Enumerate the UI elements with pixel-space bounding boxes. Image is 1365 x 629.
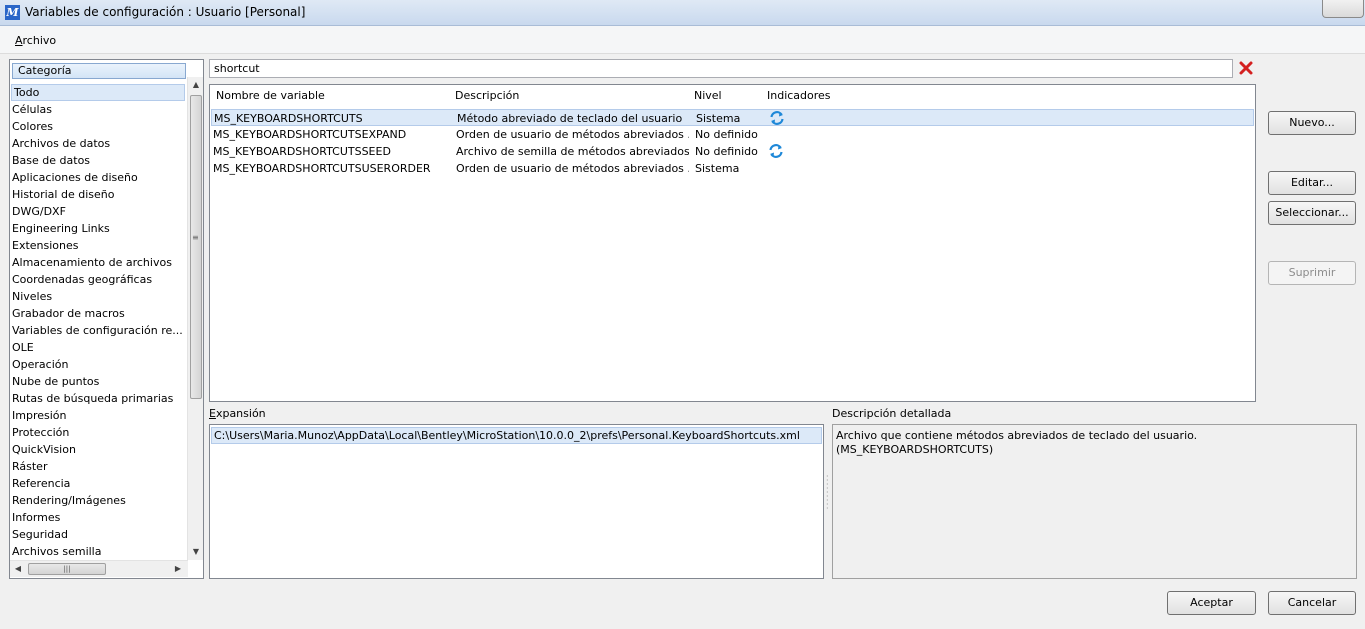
new-button-label: Nuevo... — [1289, 116, 1335, 129]
select-button-label: Seleccionar... — [1275, 206, 1349, 219]
table-row[interactable]: MS_KEYBOARDSHORTCUTSEXPAND Orden de usuar… — [211, 126, 1254, 143]
scroll-down-arrow-icon[interactable]: ▼ — [188, 544, 204, 560]
accept-button[interactable]: Aceptar — [1167, 591, 1256, 615]
expansion-label-text: xpansión — [215, 407, 266, 420]
column-header-flags[interactable]: Indicadores — [767, 89, 831, 102]
category-item[interactable]: Base de datos — [10, 152, 188, 169]
delete-button-label: Suprimir — [1288, 266, 1336, 279]
window-title: Variables de configuración : Usuario [Pe… — [25, 5, 306, 19]
detailed-description-line1: Archivo que contiene métodos abreviados … — [836, 429, 1198, 442]
refresh-icon — [769, 110, 787, 126]
category-horizontal-scrollbar[interactable]: ◀ ||| ▶ — [10, 560, 188, 577]
expansion-box[interactable]: C:\Users\Maria.Munoz\AppData\Local\Bentl… — [209, 424, 824, 579]
category-item[interactable]: Referencia — [10, 475, 188, 492]
category-item[interactable]: Coordenadas geográficas — [10, 271, 188, 288]
variable-name-cell: MS_KEYBOARDSHORTCUTS — [214, 112, 363, 125]
category-item[interactable]: Archivos semilla — [10, 543, 188, 560]
clear-search-icon[interactable] — [1238, 60, 1254, 76]
category-item[interactable]: Todo — [11, 84, 185, 101]
scroll-right-arrow-icon[interactable]: ▶ — [170, 561, 186, 577]
variable-name-cell: MS_KEYBOARDSHORTCUTSSEED — [213, 145, 391, 158]
table-row[interactable]: MS_KEYBOARDSHORTCUTSUSERORDER Orden de us… — [211, 160, 1254, 177]
variable-level-cell: No definido — [695, 145, 758, 158]
category-item[interactable]: Almacenamiento de archivos — [10, 254, 188, 271]
variable-search-input[interactable]: shortcut — [209, 59, 1233, 78]
variable-description-cell: Método abreviado de teclado del usuario — [457, 112, 683, 125]
title-bar: M Variables de configuración : Usuario [… — [0, 0, 1365, 26]
category-item[interactable]: Protección — [10, 424, 188, 441]
detailed-description-line2: (MS_KEYBOARDSHORTCUTS) — [836, 443, 994, 456]
category-item[interactable]: Células — [10, 101, 188, 118]
select-button[interactable]: Seleccionar... — [1268, 201, 1356, 225]
column-header-description[interactable]: Descripción — [455, 89, 519, 102]
variable-level-cell: Sistema — [695, 162, 740, 175]
category-item[interactable]: Nube de puntos — [10, 373, 188, 390]
category-item[interactable]: QuickVision — [10, 441, 188, 458]
variables-table: Nombre de variable Descripción Nivel Ind… — [209, 84, 1256, 402]
category-item[interactable]: Informes — [10, 509, 188, 526]
category-item[interactable]: Ráster — [10, 458, 188, 475]
edit-button-label: Editar... — [1290, 176, 1334, 189]
vertical-scroll-thumb[interactable]: ≡ — [190, 95, 202, 399]
variable-name-cell: MS_KEYBOARDSHORTCUTSEXPAND — [213, 128, 407, 141]
category-item[interactable]: Engineering Links — [10, 220, 188, 237]
category-list-panel: Categoría Todo Células Colores Archivos de … — [9, 59, 204, 579]
variable-description-cell: Orden de usuario de métodos abreviados .… — [456, 162, 689, 175]
column-header-name[interactable]: Nombre de variable — [216, 89, 325, 102]
category-column-header[interactable]: Categoría — [12, 63, 186, 79]
refresh-icon — [768, 143, 786, 159]
category-item[interactable]: Variables de configuración re... — [10, 322, 188, 339]
variable-description-cell: Orden de usuario de métodos abreviados .… — [456, 128, 689, 141]
delete-button[interactable]: Suprimir — [1268, 261, 1356, 285]
variable-level-cell: Sistema — [696, 112, 741, 125]
menu-bar: Archivo — [0, 26, 1365, 54]
expansion-label: Expansión — [209, 407, 266, 420]
table-row[interactable]: MS_KEYBOARDSHORTCUTSSEED Archivo de semil… — [211, 143, 1254, 160]
category-item[interactable]: Colores — [10, 118, 188, 135]
column-header-level[interactable]: Nivel — [694, 89, 722, 102]
cancel-button-label: Cancelar — [1287, 596, 1337, 609]
category-item[interactable]: Grabador de macros — [10, 305, 188, 322]
category-item[interactable]: DWG/DXF — [10, 203, 188, 220]
menu-archivo-label: rchivo — [22, 34, 57, 47]
scroll-left-arrow-icon[interactable]: ◀ — [10, 561, 26, 577]
category-item[interactable]: Rendering/Imágenes — [10, 492, 188, 509]
detailed-description-box: Archivo que contiene métodos abreviados … — [832, 424, 1357, 579]
category-item[interactable]: Aplicaciones de diseño — [10, 169, 188, 186]
accept-button-label: Aceptar — [1190, 596, 1233, 609]
category-list: Todo Células Colores Archivos de datos Base … — [10, 84, 188, 560]
category-item[interactable]: Rutas de búsqueda primarias — [10, 390, 188, 407]
category-vertical-scrollbar[interactable]: ▲ ≡ ▼ — [187, 77, 203, 560]
variable-name-cell: MS_KEYBOARDSHORTCUTSUSERORDER — [213, 162, 431, 175]
category-item[interactable]: Seguridad — [10, 526, 188, 543]
horizontal-scroll-thumb[interactable]: ||| — [28, 563, 106, 575]
category-item[interactable]: Historial de diseño — [10, 186, 188, 203]
menu-archivo[interactable]: Archivo — [15, 34, 56, 47]
microstation-app-icon: M — [5, 5, 20, 20]
expansion-value[interactable]: C:\Users\Maria.Munoz\AppData\Local\Bentl… — [211, 427, 822, 444]
variable-level-cell: No definido — [695, 128, 758, 141]
category-item[interactable]: Archivos de datos — [10, 135, 188, 152]
menu-archivo-mnemonic: A — [15, 34, 23, 47]
window-close-button[interactable] — [1322, 0, 1364, 18]
cancel-button[interactable]: Cancelar — [1268, 591, 1356, 615]
variable-description-cell: Archivo de semilla de métodos abreviados… — [456, 145, 689, 158]
table-row[interactable]: MS_KEYBOARDSHORTCUTS Método abreviado de … — [211, 109, 1254, 126]
category-item[interactable]: Niveles — [10, 288, 188, 305]
category-item[interactable]: Operación — [10, 356, 188, 373]
panel-splitter-handle[interactable]: · · · · · · · · · — [826, 473, 830, 513]
category-item[interactable]: OLE — [10, 339, 188, 356]
edit-button[interactable]: Editar... — [1268, 171, 1356, 195]
scroll-up-arrow-icon[interactable]: ▲ — [188, 77, 204, 93]
category-header-label: Categoría — [18, 64, 72, 77]
detailed-description-label: Descripción detallada — [832, 407, 952, 420]
new-button[interactable]: Nuevo... — [1268, 111, 1356, 135]
category-item[interactable]: Extensiones — [10, 237, 188, 254]
category-item[interactable]: Impresión — [10, 407, 188, 424]
scroll-grip-icon: ≡ — [192, 233, 199, 242]
